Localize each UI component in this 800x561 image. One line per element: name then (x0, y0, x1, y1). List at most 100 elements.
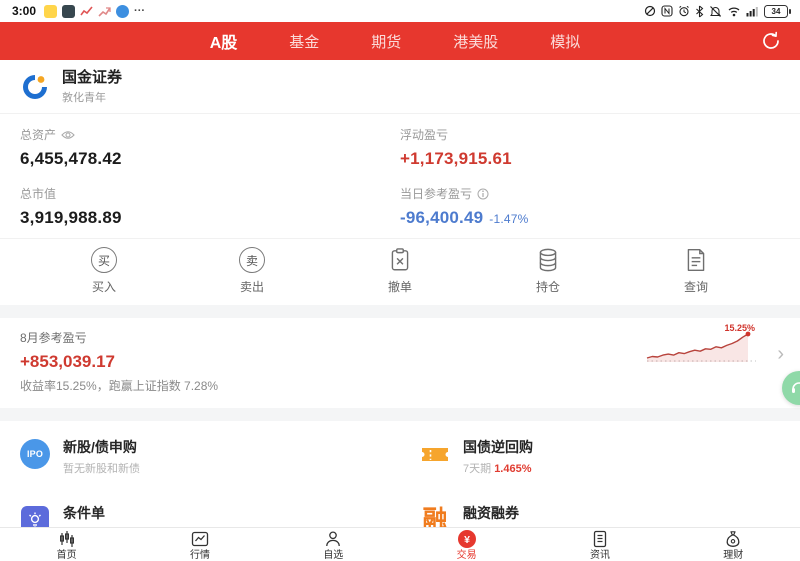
positions-label: 持仓 (535, 280, 560, 294)
daily-pl-value: -96,400.49 -1.47% (400, 208, 529, 227)
query-icon (687, 249, 705, 271)
market-value-value: 3,919,988.89 (20, 208, 122, 227)
service-ipo[interactable]: IPO 新股/债申购 暂无新股和新债 (0, 425, 400, 491)
tab-funds[interactable]: 基金 (289, 31, 319, 52)
more-apps-icon: ··· (134, 4, 146, 17)
tab-wealth-label: 理财 (723, 549, 744, 561)
quotes-chart-icon (191, 531, 209, 546)
trade-yuan-icon: ¥ (457, 529, 476, 548)
tab-watchlist[interactable]: 自选 (298, 529, 368, 561)
sell-label: 卖出 (239, 280, 264, 294)
broker-logo (20, 72, 50, 102)
browser-app-icon (116, 4, 130, 18)
service-reverse-repo[interactable]: 国债逆回购 7天期 1.465% (400, 425, 800, 491)
broker-text: 国金证券 敦化青年 (62, 69, 122, 105)
wealth-moneybag-icon (726, 530, 740, 547)
tab-trade[interactable]: ¥ 交易 (432, 529, 502, 561)
eye-icon[interactable] (61, 130, 75, 140)
mute-icon (710, 5, 721, 17)
svg-text:¥: ¥ (464, 533, 470, 545)
bottom-tab-bar: 首页 行情 自选 ¥ 交易 资讯 理财 (0, 527, 800, 561)
cancel-order-label: 撤单 (387, 280, 412, 294)
emoji-app-icon (44, 4, 58, 18)
tab-wealth[interactable]: 理财 (698, 529, 768, 561)
account-stats: 总资产 6,455,478.42 浮动盈亏 +1,173,915.61 总市值 … (0, 114, 800, 238)
nfc-icon (661, 5, 673, 17)
monthly-pl-desc: 收益率15.25%，跑赢上证指数 7.28% (20, 379, 219, 393)
monthly-pl-section[interactable]: 8月参考盈亏 +853,039.17 收益率15.25%，跑赢上证指数 7.28… (0, 318, 800, 408)
market-tabs: A股 基金 期货 港美股 模拟 (210, 29, 591, 53)
tab-news-label: 资讯 (589, 549, 610, 561)
battery-level: 34 (771, 6, 781, 16)
query-label: 查询 (683, 280, 708, 294)
home-candles-icon (59, 530, 74, 547)
positions-button[interactable]: 持仓 (513, 247, 583, 295)
service-title: 新股/债申购 (63, 439, 137, 455)
buy-icon: 买 (91, 247, 117, 273)
tab-home-label: 首页 (56, 549, 77, 561)
signal-icon (746, 7, 758, 17)
data-saver-icon (644, 5, 656, 17)
service-title: 融资融券 (463, 505, 519, 521)
headset-icon (792, 382, 800, 393)
news-doc-icon (593, 530, 607, 547)
daily-pl-block: 当日参考盈亏 -96,400.49 -1.47% (400, 185, 780, 228)
section-gap (0, 408, 800, 421)
service-title: 条件单 (63, 505, 105, 521)
total-assets-value: 6,455,478.42 (20, 149, 122, 168)
positions-icon (539, 248, 557, 272)
trade-actions: 买 买入 卖 卖出 撤单 持仓 查询 (0, 239, 800, 305)
status-bar-right: 34 (644, 4, 791, 18)
alarm-icon (679, 5, 689, 17)
tab-home[interactable]: 首页 (32, 529, 102, 561)
broker-subtitle: 敦化青年 (62, 92, 106, 104)
tab-quotes[interactable]: 行情 (165, 529, 235, 561)
floating-pl-block: 浮动盈亏 +1,173,915.61 (400, 126, 780, 169)
repo-rate: 1.465% (494, 463, 532, 475)
battery-icon: 34 (764, 4, 791, 18)
refresh-icon[interactable] (760, 30, 782, 52)
status-bar: 3:00 ··· 34 (0, 0, 800, 22)
market-value-label: 总市值 (20, 187, 57, 201)
trading-app-screen: 3:00 ··· 34 A股 基金 期货 港美股 模拟 国金证券 敦化青年 总资… (0, 0, 800, 561)
clock-text: 3:00 (12, 4, 37, 18)
ipo-icon: IPO (20, 439, 50, 469)
daily-pl-percent: -1.47% (489, 212, 529, 226)
tab-simulation[interactable]: 模拟 (550, 31, 580, 52)
daily-pl-label: 当日参考盈亏 (400, 187, 473, 201)
status-bar-left: 3:00 ··· (12, 4, 145, 18)
bluetooth-icon (696, 5, 704, 17)
dark-app-icon (62, 4, 76, 18)
sell-icon: 卖 (239, 247, 265, 273)
top-nav: A股 基金 期货 港美股 模拟 (0, 22, 800, 60)
floating-pl-value: +1,173,915.61 (400, 149, 512, 168)
tab-quotes-label: 行情 (189, 549, 210, 561)
broker-account-row[interactable]: 国金证券 敦化青年 (0, 60, 800, 113)
tab-futures[interactable]: 期货 (371, 31, 401, 52)
service-subtitle: 暂无新股和新债 (63, 463, 140, 475)
monthly-sparkline: 15.25% (646, 323, 756, 362)
info-icon[interactable] (477, 188, 489, 200)
total-assets-label: 总资产 (20, 128, 57, 142)
tab-trade-label: 交易 (456, 549, 477, 561)
service-title: 国债逆回购 (463, 439, 533, 455)
chevron-right-icon: › (777, 343, 784, 365)
sell-button[interactable]: 卖 卖出 (217, 247, 287, 295)
sparkline-peak-label: 15.25% (724, 323, 755, 333)
tab-a-shares[interactable]: A股 (210, 29, 238, 53)
tab-hk-us[interactable]: 港美股 (453, 31, 498, 52)
trend-app-icon (98, 6, 111, 17)
broker-name: 国金证券 (62, 69, 123, 86)
total-assets-block: 总资产 6,455,478.42 (20, 126, 400, 169)
query-button[interactable]: 查询 (661, 247, 731, 295)
service-subtitle: 7天期 1.465% (463, 463, 532, 475)
buy-label: 买入 (91, 280, 116, 294)
cancel-order-button[interactable]: 撤单 (365, 247, 435, 295)
stock-chart-app-icon (80, 5, 93, 15)
floating-pl-label: 浮动盈亏 (400, 128, 449, 142)
buy-button[interactable]: 买 买入 (69, 247, 139, 295)
tab-news[interactable]: 资讯 (565, 529, 635, 561)
reverse-repo-ticket-icon (422, 448, 448, 461)
section-gap (0, 305, 800, 318)
cancel-order-icon (391, 248, 409, 271)
